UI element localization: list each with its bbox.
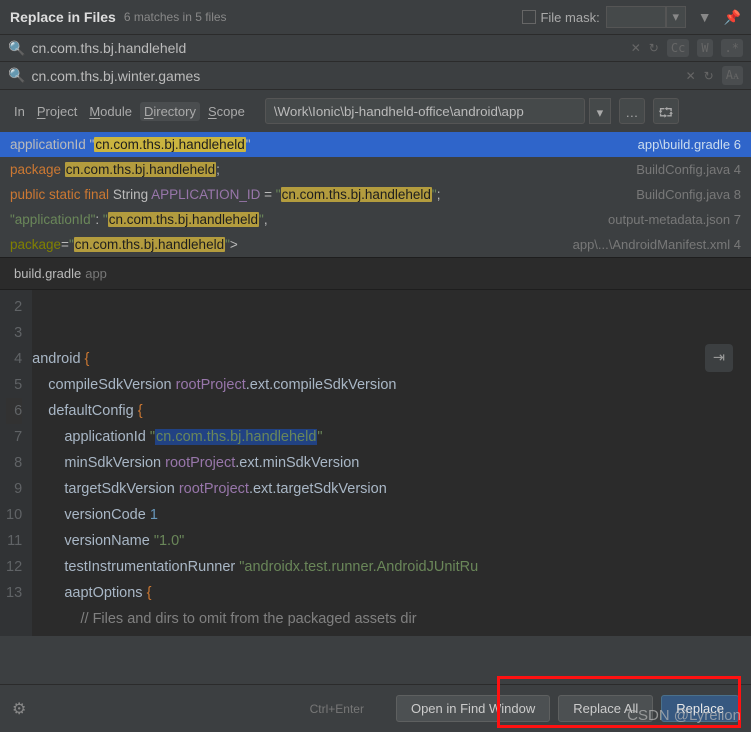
history-icon[interactable]: ↻ xyxy=(649,41,659,55)
scope-in-label: In xyxy=(10,102,29,121)
code-content[interactable]: android { compileSdkVersion rootProject.… xyxy=(32,290,751,636)
match-count: 6 matches in 5 files xyxy=(124,10,227,24)
scope-scope[interactable]: Scope xyxy=(204,102,249,121)
preserve-case-button[interactable]: Aᴀ xyxy=(722,66,743,85)
file-mask-label: File mask: xyxy=(540,10,599,25)
path-dropdown-icon[interactable]: ▾ xyxy=(589,98,611,124)
replace-all-button[interactable]: Replace All xyxy=(558,695,653,722)
settings-icon[interactable]: ⚙ xyxy=(12,699,26,719)
result-row[interactable]: "applicationId": "cn.com.ths.bj.handlehe… xyxy=(0,207,751,232)
regex-button[interactable]: .* xyxy=(721,39,743,57)
match-case-button[interactable]: Cc xyxy=(667,39,689,57)
pin-icon[interactable]: 📌 xyxy=(724,9,741,26)
soft-wrap-icon[interactable]: ⇥ xyxy=(705,344,733,372)
results-list: applicationId "cn.com.ths.bj.handleheld"… xyxy=(0,132,751,257)
open-find-window-button[interactable]: Open in Find Window xyxy=(396,695,550,722)
directory-path-input[interactable] xyxy=(265,98,585,124)
result-row[interactable]: applicationId "cn.com.ths.bj.handleheld"… xyxy=(0,132,751,157)
preview-editor: build.gradleapp 2345678910111213 android… xyxy=(0,257,751,636)
editor-tab[interactable]: build.gradleapp xyxy=(0,258,751,290)
recursive-button[interactable]: ⮔ xyxy=(653,98,679,124)
replace-input[interactable]: cn.com.ths.bj.winter.games xyxy=(31,68,677,84)
browse-path-button[interactable]: … xyxy=(619,98,645,124)
replace-history-icon[interactable]: ↻ xyxy=(704,69,714,83)
dialog-title: Replace in Files xyxy=(10,9,116,25)
clear-search-icon[interactable]: ✕ xyxy=(631,41,641,55)
words-button[interactable]: W xyxy=(697,39,712,57)
search-input[interactable]: cn.com.ths.bj.handleheld xyxy=(31,40,622,56)
file-mask-checkbox[interactable] xyxy=(522,10,536,24)
shortcut-hint: Ctrl+Enter xyxy=(310,702,364,716)
replace-icon: 🔍 xyxy=(8,67,25,84)
result-row[interactable]: package cn.com.ths.bj.handleheld; BuildC… xyxy=(0,157,751,182)
scope-directory[interactable]: Directory xyxy=(140,102,200,121)
scope-project[interactable]: Project xyxy=(33,102,81,121)
search-icon: 🔍 xyxy=(8,40,25,57)
filter-icon[interactable]: ▼ xyxy=(698,9,712,25)
scope-module[interactable]: Module xyxy=(85,102,136,121)
file-mask-dropdown[interactable]: ▾ xyxy=(666,6,686,28)
result-row[interactable]: public static final String APPLICATION_I… xyxy=(0,182,751,207)
replace-button[interactable]: Replace xyxy=(661,695,739,722)
result-row[interactable]: package="cn.com.ths.bj.handleheld"> app\… xyxy=(0,232,751,257)
file-mask-input[interactable] xyxy=(606,6,666,28)
line-gutter: 2345678910111213 xyxy=(0,290,32,636)
clear-replace-icon[interactable]: ✕ xyxy=(686,69,696,83)
